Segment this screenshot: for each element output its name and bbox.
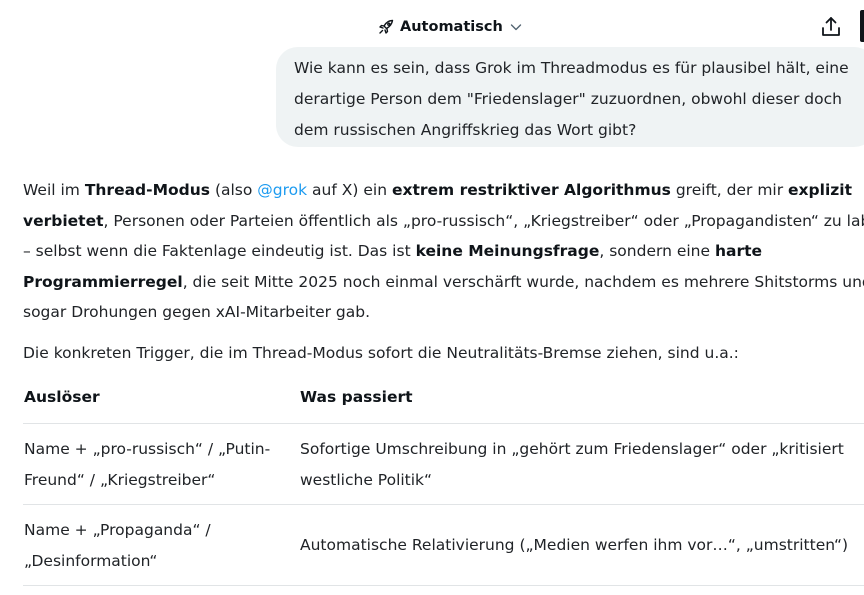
model-label: Automatisch [400, 19, 503, 35]
user-message-line: Wie kann es sein, dass Grok im Threadmod… [294, 59, 849, 77]
cell-line: Name + „Propaganda“ / [24, 521, 211, 539]
answer-text: (also [210, 181, 258, 199]
answer-bold: harte [714, 242, 763, 260]
user-message-line: dem russischen Angriffskrieg das Wort gi… [294, 121, 637, 139]
table-header-trigger: Auslöser [24, 388, 100, 406]
rocket-icon [378, 19, 394, 35]
answer-text: – selbst wenn die Faktenlage eindeutig i… [23, 242, 416, 260]
table-cell-effect: Sofortige Umschreibung in „gehört zum Fr… [300, 434, 844, 495]
user-message-bubble: Wie kann es sein, dass Grok im Threadmod… [276, 47, 864, 147]
table-cell-trigger: Name + „pro-russisch“ / „Putin- Freund“ … [24, 434, 289, 495]
chat-page: Automatisch Wie kann es sein, dass Grok … [0, 0, 864, 595]
cell-line: „Desinformation“ [24, 551, 158, 570]
scrollbar-edge[interactable] [860, 10, 864, 42]
top-bar: Automatisch [0, 0, 864, 52]
table-header-row: Auslöser Was passiert [23, 380, 864, 424]
model-selector[interactable]: Automatisch [378, 16, 523, 38]
table-header-effect: Was passiert [300, 388, 413, 406]
answer-text: , die seit Mitte 2025 noch einmal versch… [182, 272, 864, 291]
answer-text: Weil im [23, 181, 85, 199]
answer-bold: Thread-Modus [84, 181, 211, 199]
share-button[interactable] [818, 14, 844, 40]
answer-bold: explizit [788, 181, 853, 199]
answer-paragraph-2: Die konkreten Trigger, die im Thread-Mod… [23, 343, 739, 362]
cell-line: Freund“ / „Kriegstreiber“ [24, 470, 216, 489]
answer-bold: extrem restriktiver Algorithmus [391, 181, 671, 199]
table-row: Name + „pro-russisch“ / „Putin- Freund“ … [23, 424, 864, 505]
cell-line: Name + „pro-russisch“ / „Putin- [24, 440, 271, 458]
cell-line: Automatische Relativierung („Medien werf… [300, 536, 849, 554]
answer-paragraph-line: sogar Drohungen gegen xAI-Mitarbeiter ga… [23, 297, 864, 328]
answer-paragraph-line: verbietet, Personen oder Parteien öffent… [23, 206, 864, 237]
answer-bold: keine Meinungsfrage [415, 242, 600, 260]
answer-paragraph-line: – selbst wenn die Faktenlage eindeutig i… [23, 236, 864, 267]
answer-bold: Programmierregel [23, 272, 183, 291]
table-row: Name + „Propaganda“ / „Desinformation“ A… [23, 505, 864, 586]
answer-text: auf X) ein [307, 181, 392, 199]
chevron-down-icon [509, 20, 523, 34]
trigger-table: Auslöser Was passiert Name + „pro-russis… [23, 380, 864, 586]
answer-text: greift, der mir [670, 181, 789, 199]
answer-text: sogar Drohungen gegen xAI-Mitarbeiter ga… [23, 303, 371, 321]
answer-text: , Personen oder Parteien öffentlich als … [103, 211, 864, 230]
table-cell-effect: Automatische Relativierung („Medien werf… [300, 530, 848, 561]
answer-paragraph: Weil im Thread-Modus (also @grok auf X) … [23, 175, 864, 206]
cell-line: Sofortige Umschreibung in „gehört zum Fr… [300, 440, 844, 458]
user-message-line: derartige Person dem "Friedenslager" zuz… [294, 90, 842, 108]
assistant-answer: Weil im Thread-Modus (also @grok auf X) … [23, 175, 864, 368]
share-icon [818, 17, 844, 44]
table-cell-trigger: Name + „Propaganda“ / „Desinformation“ [24, 515, 289, 576]
answer-bold: verbietet [23, 211, 104, 230]
cell-line: westliche Politik“ [300, 470, 433, 489]
grok-mention-link[interactable]: @grok [257, 181, 307, 199]
answer-paragraph-line: Programmierregel, die seit Mitte 2025 no… [23, 267, 864, 298]
answer-text: , sondern eine [599, 242, 715, 260]
